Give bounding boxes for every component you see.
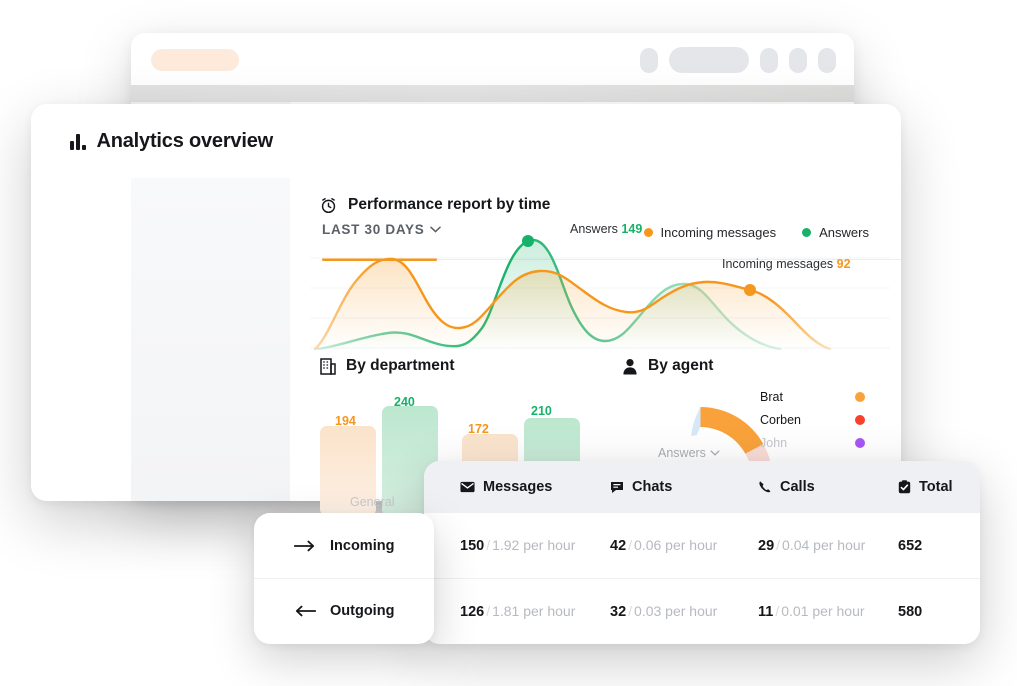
- arrow-right-icon: [294, 540, 316, 552]
- column-header-chats[interactable]: Chats: [610, 479, 758, 495]
- agent-name: Brat: [760, 389, 783, 404]
- column-header-label: Total: [919, 479, 953, 495]
- answers-peak-marker[interactable]: [522, 235, 534, 247]
- incoming-messages-annotation: Incoming messages 92: [722, 257, 851, 271]
- panel-header: Analytics overview: [31, 104, 901, 178]
- incoming-annotation-value: 92: [836, 257, 851, 271]
- bar-value-240: 240: [394, 395, 415, 409]
- bar-value-172: 172: [468, 422, 489, 436]
- column-header-label: Chats: [632, 479, 673, 495]
- envelope-icon: [460, 481, 475, 493]
- performance-report-title-text: Performance report by time: [348, 196, 551, 213]
- direction-row-outgoing[interactable]: Outgoing: [254, 578, 434, 643]
- direction-label: Outgoing: [330, 603, 395, 619]
- clipboard-check-icon: [898, 480, 911, 494]
- panel-left-white-edge: [31, 178, 131, 501]
- composition-stage: Analytics overview LAST 30 DAYS Incoming…: [0, 0, 1017, 686]
- donut-center-label-text: Answers: [658, 446, 706, 460]
- total-value: 580: [898, 604, 923, 620]
- cell-total: 580: [898, 603, 922, 620]
- department-axis-label: General: [350, 495, 395, 509]
- answers-annotation-name: Answers: [570, 222, 618, 236]
- cell-chats: 32/0.03 per hour: [610, 603, 718, 620]
- chats-count: 32: [610, 604, 627, 620]
- cell-total: 652: [898, 537, 922, 554]
- incoming-annotation-name: Incoming messages: [722, 257, 834, 271]
- by-department-title: By department: [320, 357, 455, 375]
- messages-count: 126: [460, 604, 485, 620]
- agent-legend-row[interactable]: John: [760, 431, 865, 454]
- bar-chart-icon: [70, 133, 86, 150]
- calls-rate: 0.01 per hour: [781, 603, 865, 619]
- performance-line-chart: [310, 235, 890, 350]
- direction-label: Incoming: [330, 537, 395, 554]
- summary-table-card: Messages Chats Calls Total 150 / 1.92 pe…: [424, 461, 980, 644]
- column-header-total[interactable]: Total: [898, 479, 953, 495]
- chats-rate: 0.06 per hour: [634, 537, 718, 553]
- agent-color-dot: [855, 437, 865, 448]
- browser-controls: [640, 47, 836, 73]
- column-header-calls[interactable]: Calls: [758, 479, 898, 495]
- calls-count: 11: [758, 604, 774, 620]
- messages-rate: 1.81 per hour: [492, 603, 576, 619]
- direction-row-incoming[interactable]: Incoming: [254, 513, 434, 578]
- cell-messages: 126/1.81 per hour: [460, 603, 576, 620]
- answers-annotation: Answers 149: [570, 222, 642, 236]
- table-header-row: Messages Chats Calls Total: [424, 461, 980, 513]
- column-header-messages[interactable]: Messages: [424, 479, 610, 495]
- table-row[interactable]: 126/1.81 per hour 32/0.03 per hour 11/0.…: [424, 578, 980, 644]
- incoming-messages-area: [315, 258, 830, 350]
- building-icon: [320, 357, 336, 375]
- url-bar-placeholder[interactable]: [151, 49, 239, 71]
- page-title-text: Analytics overview: [96, 130, 274, 152]
- browser-toolbar: [131, 85, 854, 102]
- cell-calls: 29/0.04 per hour: [758, 537, 866, 554]
- agent-legend-row[interactable]: Brat: [760, 385, 865, 408]
- cell-messages: 150/1.92 per hour: [460, 537, 576, 554]
- messages-rate: 1.92 per hour: [492, 537, 576, 553]
- direction-filter-card: Incoming Outgoing: [254, 513, 434, 644]
- alarm-clock-icon: [320, 197, 337, 214]
- answers-annotation-value: 149: [621, 222, 643, 236]
- bar-value-194: 194: [335, 414, 356, 428]
- chevron-down-icon: [710, 450, 720, 456]
- browser-chrome: [131, 33, 854, 85]
- chrome-control-dot[interactable]: [760, 47, 778, 73]
- chrome-control-pill[interactable]: [669, 47, 749, 73]
- agent-name: John: [760, 435, 788, 450]
- bar-value-210: 210: [531, 404, 552, 418]
- chat-bubble-icon: [610, 481, 624, 494]
- by-agent-title: By agent: [622, 357, 713, 375]
- agent-legend-row[interactable]: Corben: [760, 408, 865, 431]
- calls-count: 29: [758, 538, 775, 554]
- phone-icon: [758, 480, 772, 494]
- arrow-left-icon: [294, 605, 316, 617]
- person-icon: [622, 358, 638, 375]
- cell-calls: 11/0.01 per hour: [758, 603, 865, 620]
- chats-rate: 0.03 per hour: [634, 603, 718, 619]
- cell-chats: 42/0.06 per hour: [610, 537, 718, 554]
- chrome-control-dot[interactable]: [789, 47, 807, 73]
- by-agent-title-text: By agent: [648, 357, 714, 374]
- incoming-messages-peak-marker[interactable]: [744, 284, 756, 296]
- column-header-label: Messages: [483, 479, 553, 495]
- column-header-label: Calls: [780, 479, 815, 495]
- performance-report-title: Performance report by time: [320, 196, 550, 214]
- page-title: Analytics overview: [70, 130, 273, 153]
- chrome-control-dot[interactable]: [818, 47, 836, 73]
- calls-rate: 0.04 per hour: [782, 537, 866, 553]
- agent-name: Corben: [760, 412, 801, 427]
- agent-color-dot: [855, 414, 865, 425]
- table-row[interactable]: 150/1.92 per hour 42/0.06 per hour 29/0.…: [424, 513, 980, 578]
- donut-center-selector[interactable]: Answers: [658, 446, 720, 460]
- total-value: 652: [898, 538, 923, 554]
- agent-color-dot: [855, 391, 865, 402]
- messages-count: 150: [460, 538, 485, 554]
- chats-count: 42: [610, 538, 627, 554]
- by-department-title-text: By department: [346, 357, 455, 374]
- chrome-control-dot[interactable]: [640, 47, 658, 73]
